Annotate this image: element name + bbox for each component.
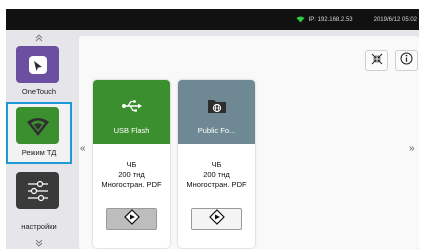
- scroll-right-button[interactable]: »: [409, 143, 415, 154]
- sliders-icon: [16, 172, 59, 209]
- screen-background: IP: 192.168.2.53 2019/6/12 05:02 OneTouc…: [0, 0, 425, 252]
- scan-start-button[interactable]: [191, 208, 242, 230]
- start-icon: [123, 208, 140, 230]
- collapse-arrows-icon: [371, 52, 383, 70]
- color-mode: ЧБ: [126, 160, 137, 169]
- resolution: 200 тнд: [203, 170, 230, 179]
- wifi-access-point-icon: [16, 107, 59, 144]
- main-panel: « » USB Flash ЧБ 200 тнд Многостран. PDF…: [79, 36, 419, 249]
- usb-icon: [121, 98, 143, 114]
- destination-card-usb-flash[interactable]: USB Flash ЧБ 200 тнд Многостран. PDF: [93, 80, 170, 248]
- card-settings: ЧБ 200 тнд Многостран. PDF: [178, 160, 255, 190]
- card-title: Public Fo...: [197, 126, 236, 135]
- status-bar: IP: 192.168.2.53 2019/6/12 05:02: [6, 9, 419, 30]
- card-header: Public Fo...: [178, 80, 255, 144]
- scan-start-button[interactable]: [106, 208, 157, 230]
- info-icon: [400, 52, 413, 70]
- app-sidebar: OneTouch Режим ТД настройки: [6, 30, 72, 249]
- card-settings: ЧБ 200 тнд Многостран. PDF: [93, 160, 170, 190]
- scroll-down-icon[interactable]: [32, 237, 46, 249]
- ip-address: IP: 192.168.2.53: [308, 16, 353, 23]
- network-folder-icon: [206, 98, 228, 114]
- device-display: IP: 192.168.2.53 2019/6/12 05:02 OneTouc…: [6, 9, 419, 249]
- destination-card-public-folder[interactable]: Public Fo... ЧБ 200 тнд Многостран. PDF: [178, 80, 255, 248]
- app-label-onetouch: OneTouch: [21, 87, 57, 96]
- collapse-button[interactable]: [365, 50, 388, 71]
- scroll-up-icon[interactable]: [32, 32, 46, 44]
- app-onetouch[interactable]: OneTouch: [6, 44, 72, 98]
- app-access-point-mode[interactable]: Режим ТД: [6, 102, 72, 164]
- info-button[interactable]: [395, 50, 418, 71]
- card-header: USB Flash: [93, 80, 170, 144]
- card-title: USB Flash: [113, 126, 150, 135]
- color-mode: ЧБ: [211, 160, 222, 169]
- start-icon: [208, 208, 225, 230]
- app-label-access-point-mode: Режим ТД: [21, 148, 57, 157]
- file-format: Многостран. PDF: [186, 180, 247, 189]
- app-settings[interactable]: настройки: [6, 170, 72, 236]
- resolution: 200 тнд: [118, 170, 145, 179]
- datetime: 2019/6/12 05:02: [373, 16, 417, 23]
- scroll-left-button[interactable]: «: [80, 143, 86, 154]
- onetouch-icon: [16, 46, 59, 83]
- wifi-icon: [296, 16, 305, 23]
- file-format: Многостран. PDF: [101, 180, 162, 189]
- app-label-settings: настройки: [21, 222, 57, 231]
